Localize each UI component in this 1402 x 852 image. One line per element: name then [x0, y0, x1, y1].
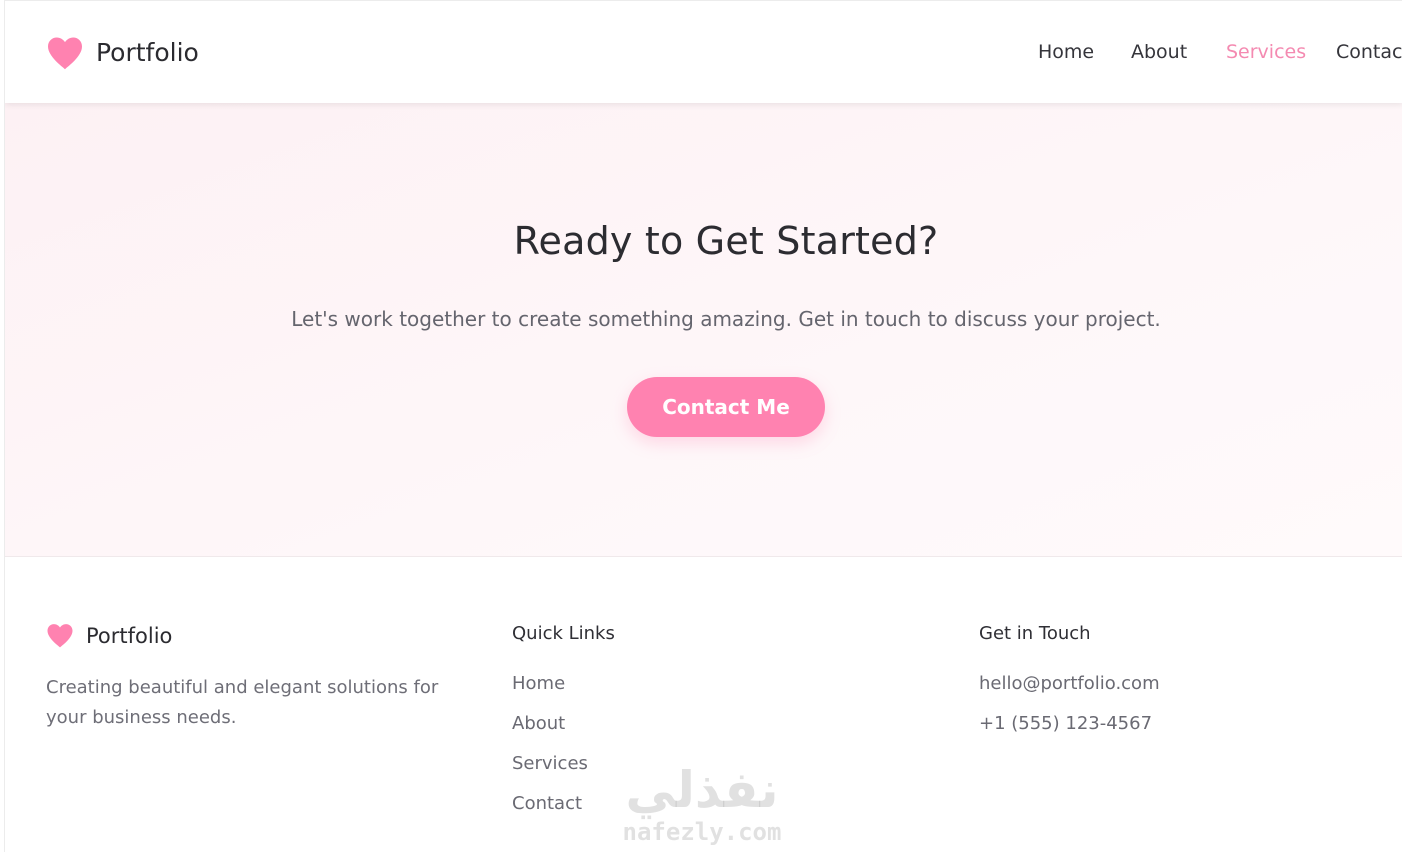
footer-link-contact[interactable]: Contact — [512, 793, 582, 814]
contact-email[interactable]: hello@portfolio.com — [979, 673, 1160, 694]
page: Portfolio Home About Services Contact Re… — [4, 0, 1402, 852]
watermark-arabic: نفذلي — [625, 761, 779, 819]
nav-home[interactable]: Home — [1038, 41, 1094, 63]
cta-title: Ready to Get Started? — [513, 219, 939, 263]
footer-link-services[interactable]: Services — [512, 753, 588, 774]
cta-section: Ready to Get Started? Let's work togethe… — [5, 103, 1402, 557]
nav-about[interactable]: About — [1131, 41, 1187, 63]
footer-description: Creating beautiful and elegant solutions… — [46, 677, 439, 728]
cta-subtitle: Let's work together to create something … — [291, 307, 1161, 331]
footer-brand-name: Portfolio — [86, 623, 173, 648]
heart-icon — [48, 37, 82, 70]
brand-name: Portfolio — [96, 38, 199, 67]
nav-contact[interactable]: Contact — [1336, 41, 1402, 63]
heart-icon — [47, 624, 73, 648]
footer-brand[interactable]: Portfolio — [46, 623, 172, 648]
quick-links-title: Quick Links — [512, 623, 615, 644]
site-header: Portfolio Home About Services Contact — [5, 1, 1402, 103]
footer-link-about[interactable]: About — [512, 713, 565, 734]
brand-logo[interactable]: Portfolio — [46, 35, 199, 71]
watermark-latin: nafezly.com — [622, 818, 782, 846]
contact-me-button[interactable]: Contact Me — [627, 377, 825, 437]
get-in-touch-title: Get in Touch — [979, 623, 1091, 644]
watermark: نفذلي nafezly.com — [612, 762, 792, 852]
footer-link-home[interactable]: Home — [512, 673, 565, 694]
contact-phone[interactable]: +1 (555) 123-4567 — [979, 713, 1152, 734]
nav-services[interactable]: Services — [1226, 41, 1306, 63]
